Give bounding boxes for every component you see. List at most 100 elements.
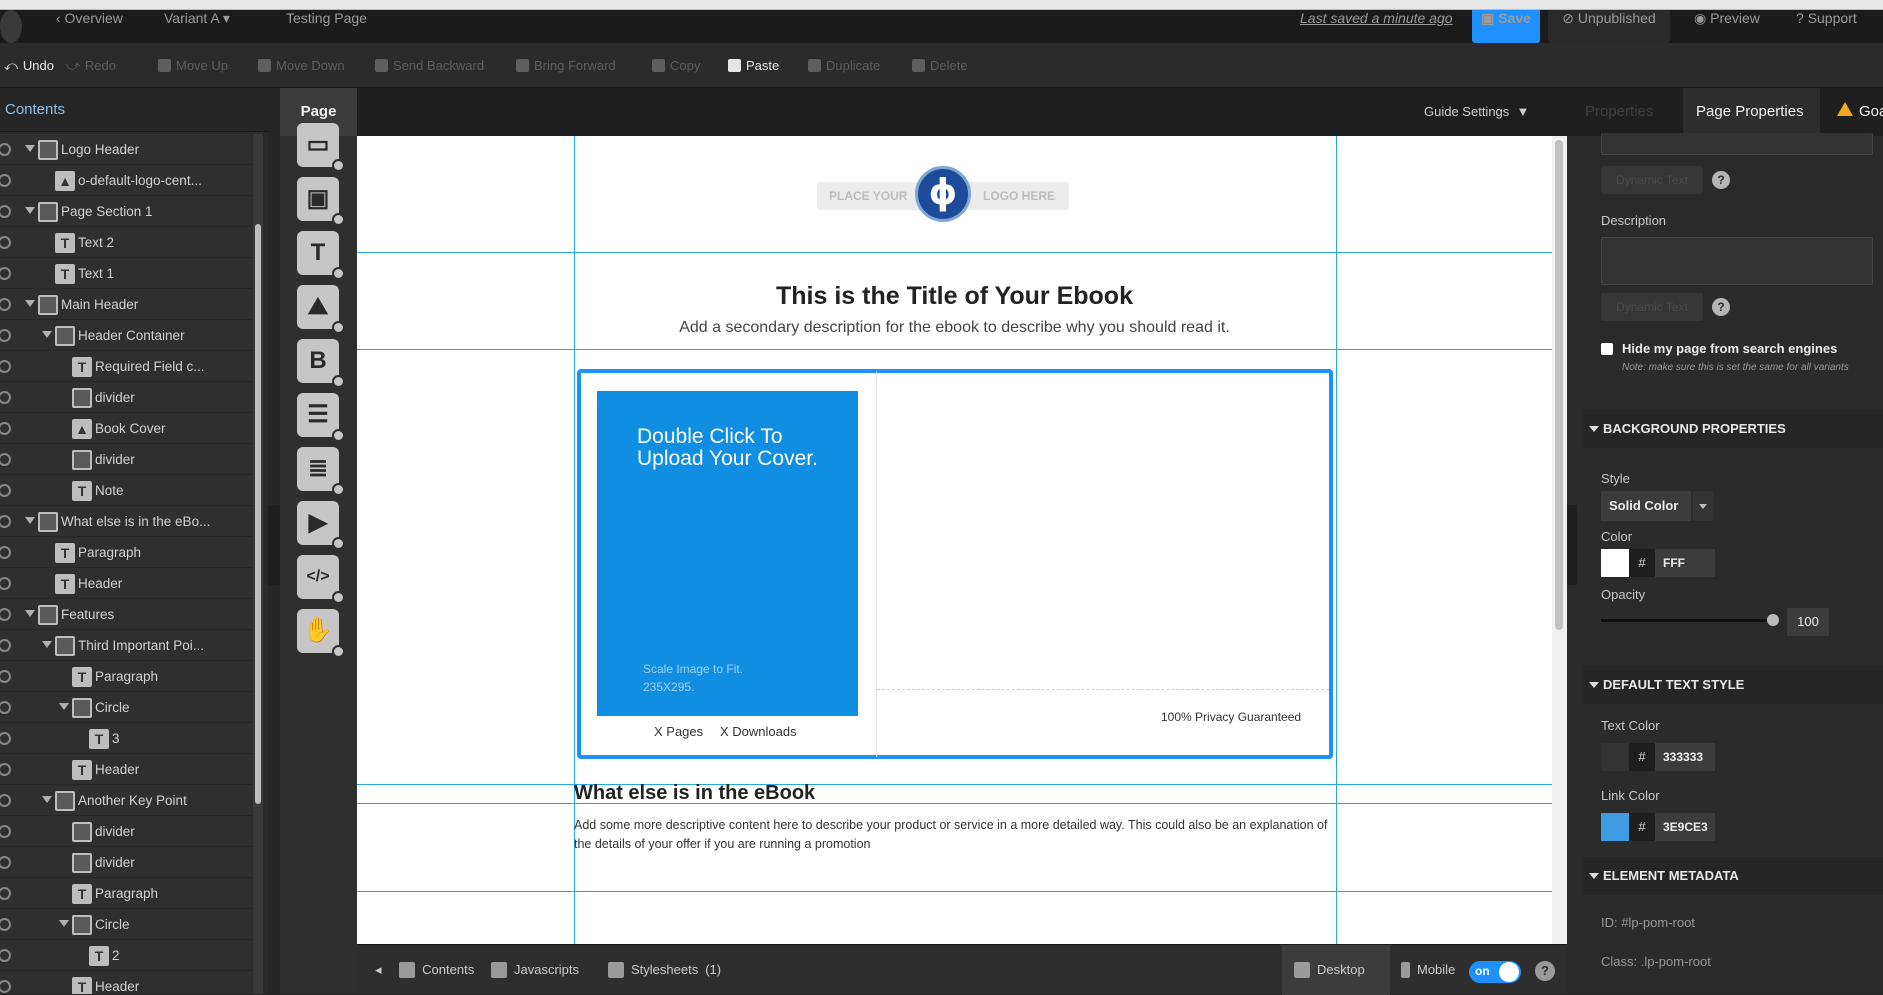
visibility-eye-icon[interactable] <box>0 949 11 962</box>
tree-item[interactable]: T Paragraph <box>0 878 252 909</box>
visibility-eye-icon[interactable] <box>0 298 11 311</box>
support-link[interactable]: ? Support <box>1796 10 1857 43</box>
collapse-right-panel-handle[interactable] <box>1567 505 1577 585</box>
style-select[interactable]: Solid Color <box>1601 491 1691 521</box>
tree-item[interactable]: ▲ o-default-logo-cent... <box>0 165 252 196</box>
desktop-view-label-group[interactable]: Desktop <box>1294 945 1365 995</box>
visibility-eye-icon[interactable] <box>0 329 11 342</box>
redo-button[interactable]: ⤻ Redo <box>66 43 116 88</box>
tree-item[interactable]: Page Section 1 <box>0 196 252 227</box>
ebook-title[interactable]: This is the Title of Your Ebook <box>357 282 1552 311</box>
delete-button[interactable]: Delete <box>912 43 968 88</box>
help-icon[interactable]: ? <box>1712 171 1730 189</box>
background-properties-section[interactable]: BACKGROUND PROPERTIES <box>1583 410 1883 448</box>
text-color-swatch[interactable] <box>1601 743 1629 771</box>
visibility-eye-icon[interactable] <box>0 608 11 621</box>
expand-triangle-icon[interactable] <box>25 517 35 524</box>
section-paragraph[interactable]: Add some more descriptive content here t… <box>574 816 1334 854</box>
last-saved-link[interactable]: Last saved a minute ago <box>1300 10 1453 43</box>
collapse-left-panel-handle[interactable] <box>268 505 280 585</box>
save-button[interactable]: ▣ Save <box>1472 10 1540 43</box>
page-name[interactable]: Testing Page <box>286 10 367 43</box>
contents-scrollbar-thumb[interactable] <box>255 224 261 804</box>
visibility-eye-icon[interactable] <box>0 422 11 435</box>
tree-item[interactable]: Another Key Point <box>0 785 252 816</box>
tree-item[interactable]: T Paragraph <box>0 537 252 568</box>
tree-item[interactable]: ▲ Book Cover <box>0 413 252 444</box>
html-widget-icon[interactable]: </> <box>297 555 345 604</box>
pages-count[interactable]: X Pages <box>654 724 703 739</box>
default-text-style-section[interactable]: DEFAULT TEXT STYLE <box>1583 666 1883 704</box>
visibility-eye-icon[interactable] <box>0 453 11 466</box>
stylesheets-button[interactable]: Stylesheets (1) <box>608 945 721 995</box>
visibility-eye-icon[interactable] <box>0 236 11 249</box>
expand-triangle-icon[interactable] <box>59 920 69 927</box>
undo-button[interactable]: ⤺ Undo <box>4 43 54 88</box>
expand-triangle-icon[interactable] <box>25 610 35 617</box>
tab-properties[interactable]: Properties <box>1585 88 1653 136</box>
tree-item[interactable]: T Required Field c... <box>0 351 252 382</box>
guide-settings-dropdown[interactable]: Guide Settings ▼ <box>1424 104 1529 119</box>
contents-toggle-button[interactable]: ◂ Contents <box>375 945 474 995</box>
visibility-eye-icon[interactable] <box>0 174 11 187</box>
visibility-eye-icon[interactable] <box>0 639 11 652</box>
tab-page-properties[interactable]: Page Properties <box>1683 88 1820 136</box>
tree-item[interactable]: T2 <box>0 940 252 971</box>
downloads-count[interactable]: X Downloads <box>720 724 797 739</box>
social-widget-icon[interactable]: ✋ <box>297 609 345 658</box>
tree-item[interactable]: T Header <box>0 568 252 599</box>
help-icon[interactable]: ? <box>1535 961 1555 981</box>
opacity-input[interactable]: 100 <box>1787 608 1829 636</box>
tree-item[interactable]: Header Container <box>0 320 252 351</box>
visibility-eye-icon[interactable] <box>0 856 11 869</box>
move-up-button[interactable]: Move Up <box>158 43 228 88</box>
title-textarea[interactable] <box>1601 133 1873 155</box>
expand-triangle-icon[interactable] <box>59 703 69 710</box>
tree-item[interactable]: Circle <box>0 909 252 940</box>
visibility-eye-icon[interactable] <box>0 980 11 993</box>
opacity-slider-handle[interactable] <box>1767 614 1779 626</box>
tree-item[interactable]: Circle <box>0 692 252 723</box>
contents-tree[interactable]: Logo Header ▲ o-default-logo-cent... Page S… <box>0 134 252 994</box>
section-widget-icon[interactable]: ▭ <box>297 123 345 172</box>
expand-triangle-icon[interactable] <box>42 331 52 338</box>
tree-item[interactable]: divider <box>0 847 252 878</box>
hide-from-search-checkbox[interactable] <box>1601 343 1613 355</box>
background-color-input[interactable]: FFF <box>1655 549 1715 577</box>
lightbox-widget-icon[interactable]: ≣ <box>297 447 345 496</box>
overview-link[interactable]: ‹ Overview <box>56 10 123 43</box>
element-metadata-section[interactable]: ELEMENT METADATA <box>1583 857 1883 895</box>
preview-link[interactable]: ◉ Preview <box>1694 10 1760 43</box>
tree-item[interactable]: divider <box>0 382 252 413</box>
visibility-eye-icon[interactable] <box>0 267 11 280</box>
video-widget-icon[interactable]: ▶ <box>297 501 345 550</box>
background-color-swatch[interactable] <box>1601 549 1629 577</box>
hide-from-search-label[interactable]: Hide my page from search engines <box>1622 341 1837 356</box>
visibility-eye-icon[interactable] <box>0 918 11 931</box>
image-widget-icon[interactable]: ⛰ <box>297 285 345 334</box>
tree-item[interactable]: T Text 2 <box>0 227 252 258</box>
expand-triangle-icon[interactable] <box>25 207 35 214</box>
tree-item[interactable]: Logo Header <box>0 134 252 165</box>
bring-forward-button[interactable]: Bring Forward <box>516 43 616 88</box>
visibility-eye-icon[interactable] <box>0 887 11 900</box>
help-icon[interactable]: ? <box>1712 298 1730 316</box>
app-logo-icon[interactable] <box>0 10 22 43</box>
expand-triangle-icon[interactable] <box>42 641 52 648</box>
visibility-eye-icon[interactable] <box>0 391 11 404</box>
duplicate-button[interactable]: Duplicate <box>808 43 880 88</box>
visibility-eye-icon[interactable] <box>0 825 11 838</box>
tree-item[interactable]: T Paragraph <box>0 661 252 692</box>
tree-item[interactable]: divider <box>0 816 252 847</box>
description-textarea[interactable] <box>1601 237 1873 285</box>
opacity-slider-track[interactable] <box>1601 619 1773 622</box>
paste-button[interactable]: Paste <box>728 43 779 88</box>
text-widget-icon[interactable]: T <box>297 231 345 280</box>
tree-item[interactable]: Features <box>0 599 252 630</box>
visibility-eye-icon[interactable] <box>0 205 11 218</box>
tree-item[interactable]: T3 <box>0 723 252 754</box>
text-color-input[interactable]: 333333 <box>1655 743 1715 771</box>
tree-item[interactable]: Main Header <box>0 289 252 320</box>
tree-item[interactable]: What else is in the eBo... <box>0 506 252 537</box>
tree-item[interactable]: Third Important Poi... <box>0 630 252 661</box>
